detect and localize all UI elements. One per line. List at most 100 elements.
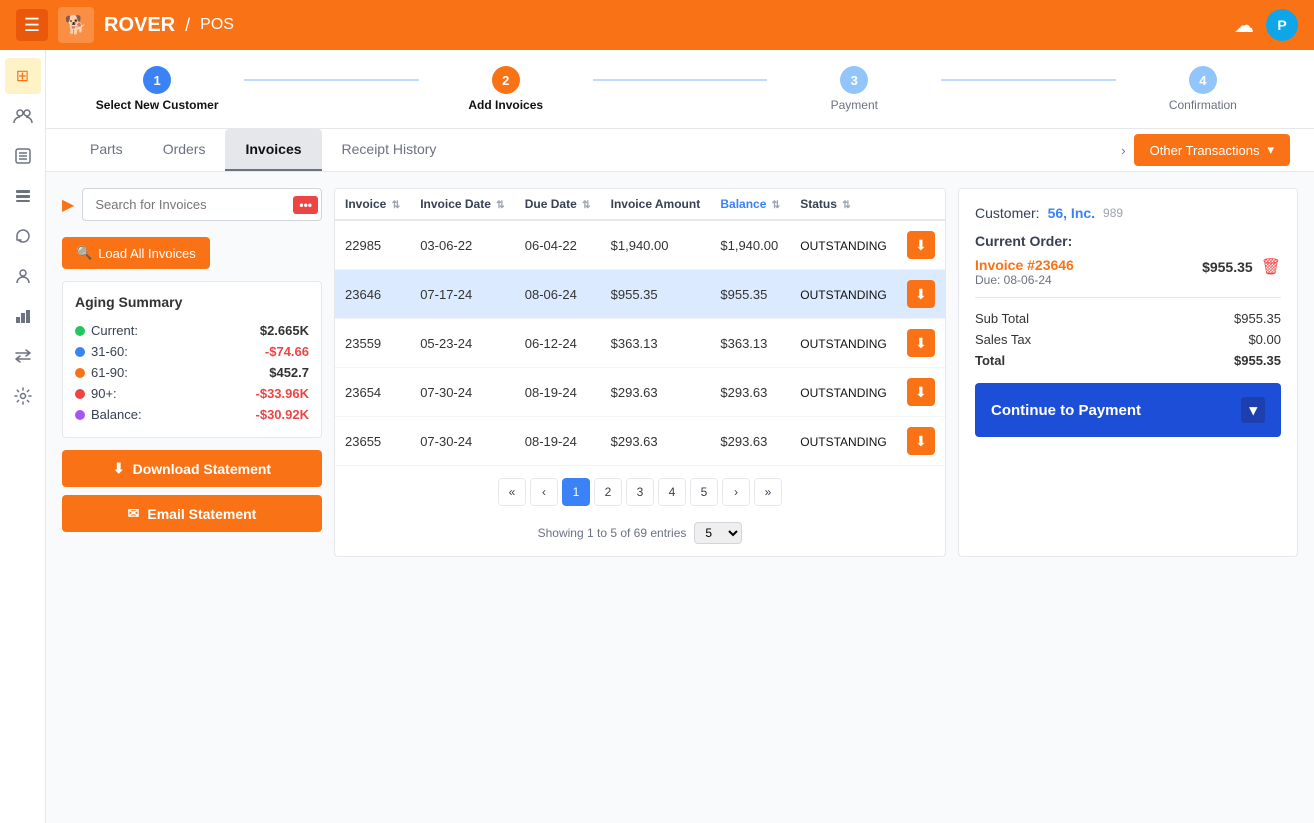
delete-invoice-button[interactable]: 🗑 [1261,257,1281,277]
stepper: 1 Select New Customer 2 Add Invoices 3 P… [46,50,1314,129]
continue-label: Continue to Payment [991,402,1141,419]
cell-invoice: 23654 [335,368,410,417]
page-2-button[interactable]: 2 [594,478,622,506]
col-invoice-date[interactable]: Invoice Date ⇅ [410,189,515,220]
page-1-button[interactable]: 1 [562,478,590,506]
app-title: ROVER [104,14,175,37]
col-amount[interactable]: Invoice Amount [601,189,711,220]
sidebar-item-users[interactable] [5,98,41,134]
cell-balance: $363.13 [710,319,790,368]
sidebar-item-exchange[interactable] [5,338,41,374]
sidebar-item-person[interactable] [5,258,41,294]
cell-due-date: 08-19-24 [515,417,601,466]
row-download-button[interactable]: ⬇ [907,378,935,406]
current-due-date: Due: 08-06-24 [975,273,1074,287]
current-invoice-link[interactable]: Invoice #23646 [975,257,1074,273]
aging-row-current: Current: $2.665K [75,320,309,341]
page-4-button[interactable]: 4 [658,478,686,506]
per-page-select[interactable]: 5 10 25 [694,522,742,544]
invoices-table-area: Invoice ⇅ Invoice Date ⇅ Due Date ⇅ Invo… [334,188,946,557]
tab-scroll-right[interactable]: › [1113,131,1133,170]
nav-right: ☁ P [1234,9,1298,41]
load-invoices-wrap: 🔍 Load All Invoices [62,237,322,269]
cell-action: ⬇ [897,368,945,417]
load-invoices-label: Load All Invoices [98,246,196,261]
showing-row: Showing 1 to 5 of 69 entries 5 10 25 [335,518,945,556]
expand-search-button[interactable]: ▶ [62,195,74,215]
page-5-button[interactable]: 5 [690,478,718,506]
invoices-table: Invoice ⇅ Invoice Date ⇅ Due Date ⇅ Invo… [335,189,945,466]
step-4-circle: 4 [1189,66,1217,94]
cell-balance: $1,940.00 [710,220,790,270]
dot-current [75,326,85,336]
search-input-wrap: ••• [82,188,322,221]
sidebar-item-calc[interactable] [5,138,41,174]
cell-action: ⬇ [897,270,945,319]
tab-orders[interactable]: Orders [143,129,226,171]
sidebar-item-chart[interactable] [5,298,41,334]
sidebar-item-grid[interactable]: ⊞ [5,58,41,94]
cell-status: OUTSTANDING [790,319,897,368]
page-next-button[interactable]: › [722,478,750,506]
main-content: 1 Select New Customer 2 Add Invoices 3 P… [46,50,1314,823]
email-statement-button[interactable]: ✉ Email Statement [62,495,322,532]
col-balance[interactable]: Balance ⇅ [710,189,790,220]
row-download-button[interactable]: ⬇ [907,231,935,259]
search-row: ▶ ••• [62,188,322,221]
sidebar-item-refresh[interactable] [5,218,41,254]
cell-balance: $293.63 [710,417,790,466]
app-separator: / [185,15,190,36]
download-statement-button[interactable]: ⬇ Download Statement [62,450,322,487]
table-row[interactable]: 23654 07-30-24 08-19-24 $293.63 $293.63 … [335,368,945,417]
continue-to-payment-button[interactable]: Continue to Payment ▾ [975,383,1281,437]
cell-invoice: 22985 [335,220,410,270]
page-prev-button[interactable]: ‹ [530,478,558,506]
col-due-date[interactable]: Due Date ⇅ [515,189,601,220]
download-statement-label: Download Statement [133,461,271,477]
aging-label-90-plus: 90+: [91,386,250,401]
other-tx-chevron: ▾ [1267,142,1274,158]
other-transactions-button[interactable]: Other Transactions ▾ [1134,134,1290,166]
page-3-button[interactable]: 3 [626,478,654,506]
table-row[interactable]: 23655 07-30-24 08-19-24 $293.63 $293.63 … [335,417,945,466]
step-line-2 [593,79,767,81]
cell-balance: $955.35 [710,270,790,319]
user-avatar[interactable]: P [1266,9,1298,41]
table-row[interactable]: 23646 07-17-24 08-06-24 $955.35 $955.35 … [335,270,945,319]
search-input[interactable] [82,188,322,221]
tab-receipt-history[interactable]: Receipt History [322,129,457,171]
step-3: 3 Payment [767,66,941,112]
row-download-button[interactable]: ⬇ [907,280,935,308]
cell-balance: $293.63 [710,368,790,417]
aging-row-61-90: 61-90: $452.7 [75,362,309,383]
subtotal-value: $955.35 [1234,311,1281,326]
search-options-button[interactable]: ••• [293,196,318,214]
tab-parts[interactable]: Parts [70,129,143,171]
row-download-button[interactable]: ⬇ [907,329,935,357]
load-all-invoices-button[interactable]: 🔍 Load All Invoices [62,237,210,269]
col-status[interactable]: Status ⇅ [790,189,897,220]
page-first-button[interactable]: « [498,478,526,506]
top-navigation: ☰ 🐕 ROVER / POS ☁ P [0,0,1314,50]
tab-invoices[interactable]: Invoices [225,129,321,171]
current-order-label: Current Order: [975,233,1281,249]
table-row[interactable]: 23559 05-23-24 06-12-24 $363.13 $363.13 … [335,319,945,368]
table-row[interactable]: 22985 03-06-22 06-04-22 $1,940.00 $1,940… [335,220,945,270]
dot-90-plus [75,389,85,399]
cell-amount: $363.13 [601,319,711,368]
sidebar-item-settings[interactable] [5,378,41,414]
row-download-button[interactable]: ⬇ [907,427,935,455]
col-action [897,189,945,220]
page-last-button[interactable]: » [754,478,782,506]
col-invoice[interactable]: Invoice ⇅ [335,189,410,220]
sidebar-item-list[interactable] [5,178,41,214]
tabs-row: Parts Orders Invoices Receipt History › … [46,129,1314,172]
subtotal-label: Sub Total [975,311,1029,326]
step-1: 1 Select New Customer [70,66,244,112]
total-label: Total [975,353,1005,368]
dot-61-90 [75,368,85,378]
divider-1 [975,297,1281,298]
total-value: $955.35 [1234,353,1281,368]
dot-31-60 [75,347,85,357]
hamburger-button[interactable]: ☰ [16,9,48,41]
